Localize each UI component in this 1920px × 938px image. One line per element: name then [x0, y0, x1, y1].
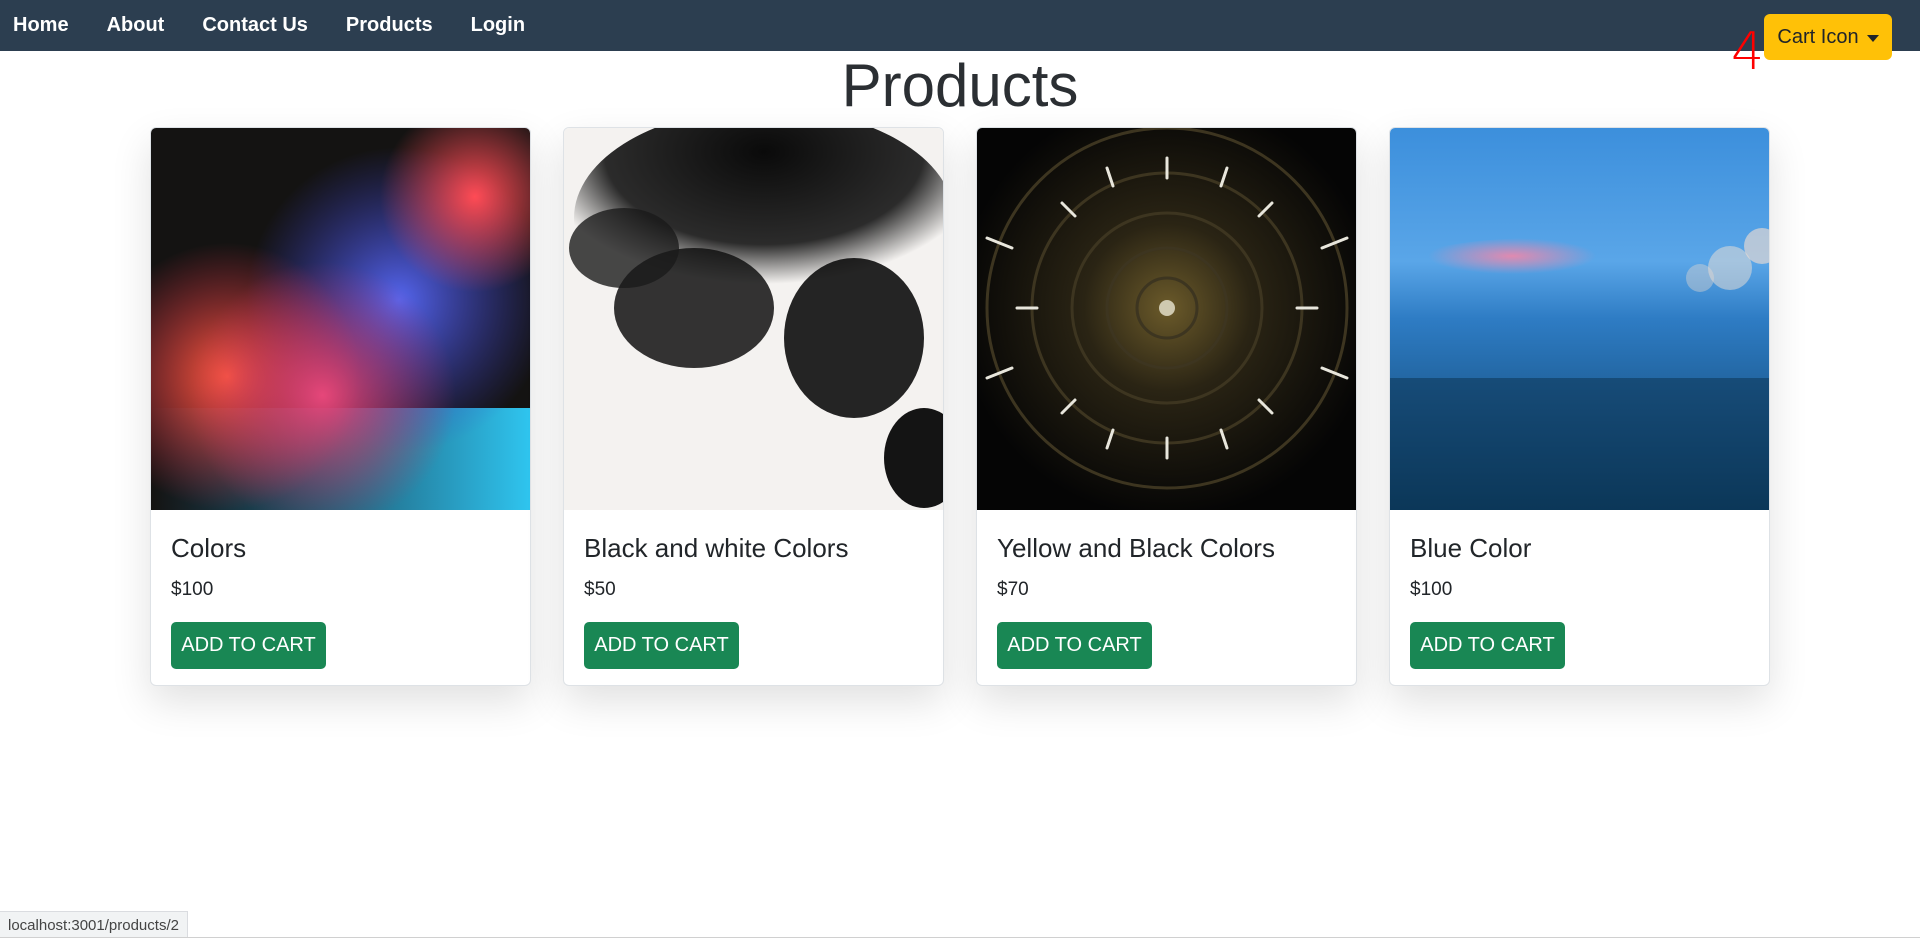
product-price: $70 [997, 579, 1029, 600]
page-title: Products [841, 52, 1079, 119]
product-card: Black and white Colors $50 ADD TO CART [563, 127, 944, 686]
add-to-cart-button[interactable]: ADD TO CART [584, 622, 739, 669]
product-title: Colors [171, 533, 247, 563]
product-price: $100 [171, 579, 214, 600]
black-ink-image[interactable] [564, 128, 944, 510]
product-card: Colors $100 ADD TO CART [150, 127, 531, 686]
nav-about-link[interactable]: About [107, 14, 165, 37]
product-title: Yellow and Black Colors [997, 533, 1275, 563]
nav-login-link[interactable]: Login [471, 14, 525, 37]
product-title: Black and white Colors [584, 533, 849, 563]
product-price: $100 [1410, 579, 1453, 600]
product-card: Yellow and Black Colors $70 ADD TO CART [976, 127, 1357, 686]
top-navbar: Home About Contact Us Products Login [0, 0, 1920, 51]
add-to-cart-button[interactable]: ADD TO CART [997, 622, 1152, 669]
nav-products-link[interactable]: Products [346, 14, 433, 37]
nav-links: Home About Contact Us Products Login [0, 0, 549, 51]
add-to-cart-button[interactable]: ADD TO CART [1410, 622, 1565, 669]
colorful-smoke-image[interactable] [151, 128, 531, 510]
add-to-cart-button[interactable]: ADD TO CART [171, 622, 326, 669]
caret-down-icon [1866, 34, 1879, 42]
radial-lights-image[interactable] [977, 128, 1357, 510]
browser-status-bar: localhost:3001/products/2 [0, 911, 188, 938]
blue-bokeh-image[interactable] [1390, 128, 1770, 510]
product-title: Blue Color [1410, 533, 1532, 563]
product-card: Blue Color $100 ADD TO CART [1389, 127, 1770, 686]
cart-button-label: Cart Icon [1777, 25, 1859, 48]
product-grid: Colors $100 ADD TO CART Black and white … [150, 127, 1770, 686]
product-price: $50 [584, 579, 616, 600]
nav-contact-link[interactable]: Contact Us [202, 14, 308, 37]
nav-home-link[interactable]: Home [13, 14, 69, 37]
